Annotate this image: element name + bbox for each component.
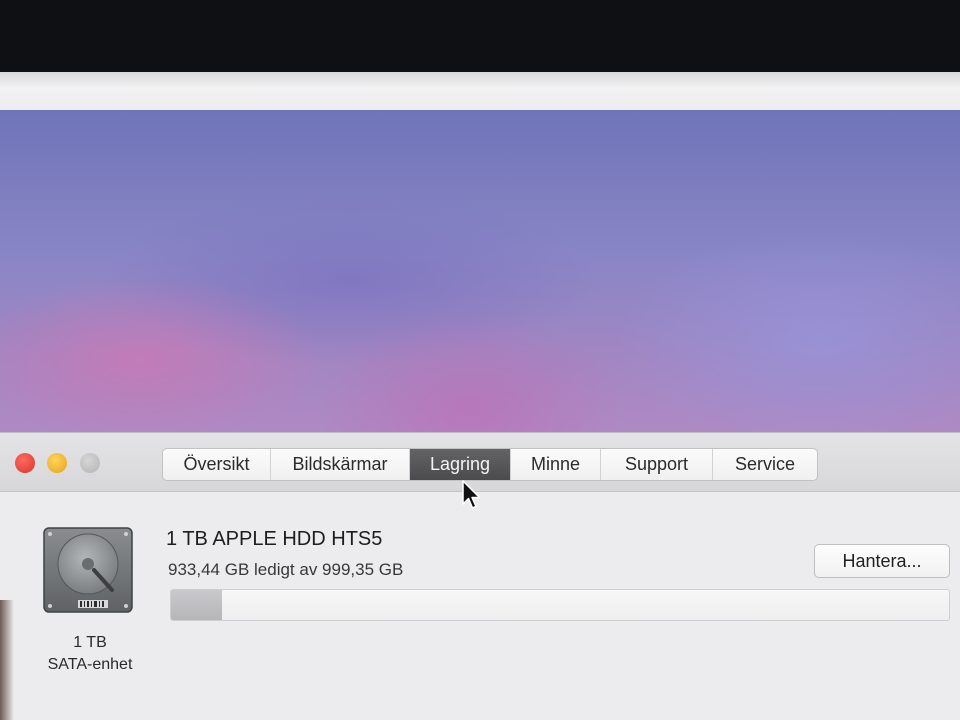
storage-usage-bar: [170, 589, 950, 621]
hard-drive-icon: [43, 527, 133, 613]
disk-caption: 1 TB SATA-enhet: [30, 632, 150, 676]
disk-capacity-caption: 1 TB: [73, 634, 107, 651]
storage-used-fill: [171, 590, 223, 620]
tab-service[interactable]: Service: [713, 449, 817, 480]
mouse-pointer-icon: [462, 480, 481, 509]
desktop-wallpaper: [0, 110, 960, 440]
manage-button[interactable]: Hantera...: [814, 544, 950, 578]
tab-support[interactable]: Support: [601, 449, 713, 480]
tab-bar: Översikt Bildskärmar Lagring Minne Suppo…: [162, 448, 818, 481]
tab-minne[interactable]: Minne: [511, 449, 601, 480]
disk-type-caption: SATA-enhet: [47, 656, 133, 673]
disk-free-space: 933,44 GB ledigt av 999,35 GB: [168, 560, 404, 579]
about-this-mac-window: Översikt Bildskärmar Lagring Minne Suppo…: [0, 432, 960, 720]
bezel-reflection: [0, 600, 14, 720]
tab-oversikt[interactable]: Översikt: [163, 449, 271, 480]
photo-of-screen: Översikt Bildskärmar Lagring Minne Suppo…: [0, 0, 960, 720]
tab-lagring[interactable]: Lagring: [410, 449, 511, 480]
disk-name: 1 TB APPLE HDD HTS5: [166, 528, 383, 550]
storage-pane: 1 TB SATA-enhet 1 TB APPLE HDD HTS5 933,…: [0, 492, 960, 720]
zoom-button[interactable]: [80, 453, 100, 473]
close-button[interactable]: [15, 453, 35, 473]
screen-top-strip: [0, 72, 960, 112]
tab-bildskarmar[interactable]: Bildskärmar: [271, 449, 410, 480]
minimize-button[interactable]: [47, 453, 67, 473]
